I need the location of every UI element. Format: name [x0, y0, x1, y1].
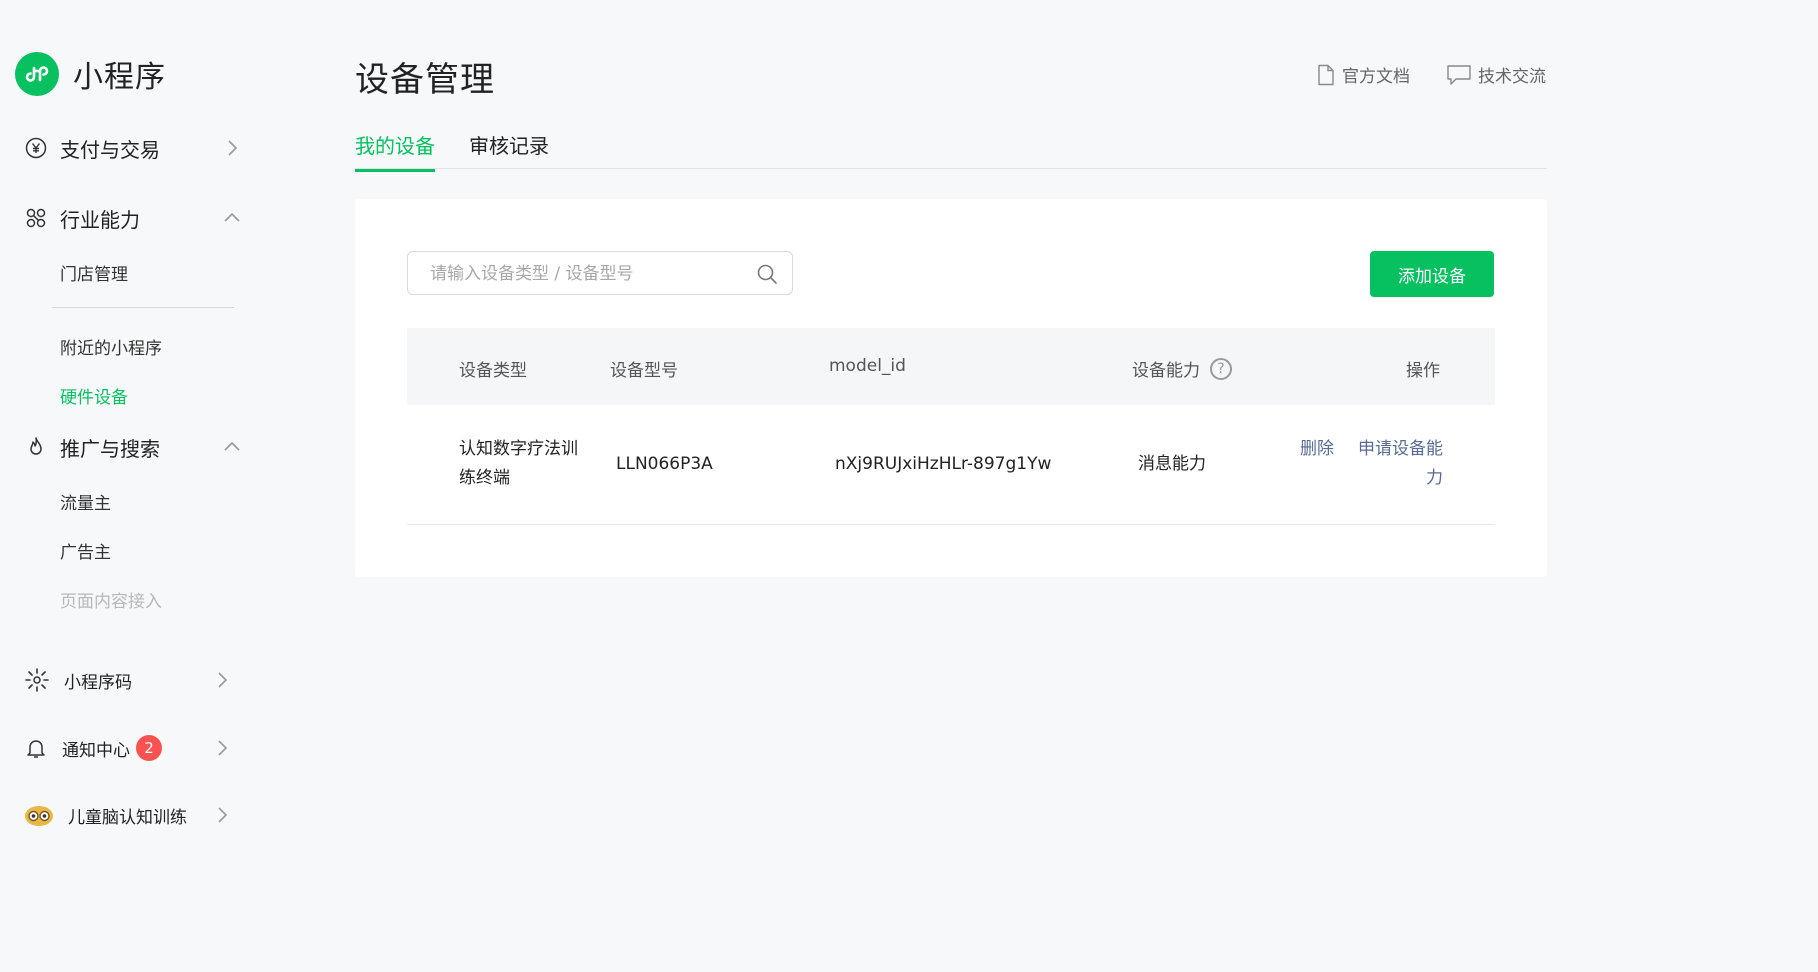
sidebar-account[interactable]: 儿童脑认知训练 [24, 795, 244, 835]
add-device-button[interactable]: 添加设备 [1370, 251, 1494, 297]
mini-program-code-icon [25, 668, 49, 692]
search-box [407, 251, 793, 295]
chevron-right-icon [218, 807, 228, 823]
header-links: 官方文档 技术交流 [1280, 62, 1546, 87]
column-header-actions: 操作 [1406, 361, 1440, 381]
column-header-type: 设备类型 [459, 361, 527, 381]
page: 小程序 支付与交易 行业能力 门店管理 附近的小程序 硬件设备 推广与搜索 流量… [0, 0, 1568, 838]
sidebar-item-store[interactable]: 门店管理 [60, 260, 128, 285]
sidebar-qrcode-label: 小程序码 [64, 672, 132, 693]
sidebar-group-label: 行业能力 [60, 207, 140, 232]
apply-capability-line1: 申请设备能 [1358, 439, 1443, 459]
apply-capability-line2: 力 [1426, 468, 1443, 488]
column-header-model: 设备型号 [610, 361, 678, 381]
cell-device-type: 认知数字疗法训 练终端 [459, 435, 599, 493]
tab-bar: 我的设备 审核记录 [355, 126, 1547, 172]
sidebar-qrcode[interactable]: 小程序码 [24, 660, 244, 700]
industry-nodes-icon [24, 206, 48, 230]
official-docs-label: 官方文档 [1342, 67, 1410, 87]
sidebar-item-traffic-owner[interactable]: 流量主 [60, 489, 111, 514]
column-header-capability: 设备能力 ? [1132, 356, 1232, 381]
help-icon[interactable]: ? [1210, 357, 1232, 380]
tab-my-devices[interactable]: 我的设备 [355, 130, 435, 172]
delete-link[interactable]: 删除 [1300, 435, 1334, 464]
chat-bubble-icon [1447, 64, 1471, 85]
mini-program-logo-icon [15, 52, 59, 96]
sidebar-group-payment[interactable]: 支付与交易 [24, 128, 244, 168]
search-input[interactable] [428, 260, 752, 288]
document-icon [1318, 64, 1334, 85]
column-header-capability-label: 设备能力 [1132, 361, 1200, 381]
cell-device-model: LLN066P3A [616, 454, 713, 474]
cell-model-id: nXj9RUJxiHzHLr-897g1Yw [835, 454, 1052, 474]
tab-review-records[interactable]: 审核记录 [469, 130, 549, 169]
apply-capability-link[interactable]: 申请设备能 力 [1353, 435, 1443, 493]
sidebar-group-promotion[interactable]: 推广与搜索 [24, 427, 244, 467]
table-row: 认知数字疗法训 练终端 LLN066P3A nXj9RUJxiHzHLr-897… [407, 405, 1495, 525]
sidebar-notifications[interactable]: 通知中心 2 [24, 728, 244, 768]
sidebar-item-nearby[interactable]: 附近的小程序 [60, 334, 162, 359]
tech-community-label: 技术交流 [1478, 67, 1546, 87]
cell-device-type-line1: 认知数字疗法训 [459, 439, 578, 459]
sidebar-notifications-label: 通知中心 [62, 740, 130, 761]
sidebar-account-label: 儿童脑认知训练 [68, 807, 187, 828]
chevron-right-icon [228, 140, 238, 156]
chevron-up-icon [224, 212, 240, 222]
search-icon[interactable] [756, 263, 778, 285]
table-header: 设备类型 设备型号 model_id 设备能力 ? 操作 [407, 328, 1495, 405]
brand[interactable]: 小程序 [15, 52, 166, 96]
device-card: 添加设备 设备类型 设备型号 model_id 设备能力 ? 操作 认知数字疗法… [355, 199, 1547, 577]
yuan-circle-icon [24, 136, 48, 160]
notification-count-badge: 2 [136, 735, 162, 761]
sidebar-item-hardware[interactable]: 硬件设备 [60, 383, 128, 408]
sidebar: 小程序 支付与交易 行业能力 门店管理 附近的小程序 硬件设备 推广与搜索 流量… [0, 0, 270, 838]
page-title: 设备管理 [355, 60, 495, 100]
chevron-right-icon [218, 740, 228, 756]
cell-device-type-line2: 练终端 [459, 468, 510, 488]
tech-community-link[interactable]: 技术交流 [1446, 62, 1546, 87]
flame-icon [24, 435, 48, 459]
device-table: 设备类型 设备型号 model_id 设备能力 ? 操作 认知数字疗法训 练终端… [407, 328, 1495, 525]
bell-icon [27, 740, 45, 758]
sidebar-item-page-content: 页面内容接入 [60, 592, 162, 612]
account-avatar-icon [25, 806, 53, 826]
cell-capability: 消息能力 [1138, 454, 1206, 474]
chevron-right-icon [218, 672, 228, 688]
sidebar-group-label: 推广与搜索 [60, 436, 160, 461]
sidebar-divider [52, 307, 234, 308]
sidebar-group-label: 支付与交易 [60, 137, 160, 162]
sidebar-item-advertiser[interactable]: 广告主 [60, 538, 111, 563]
brand-title: 小程序 [73, 60, 166, 95]
official-docs-link[interactable]: 官方文档 [1316, 62, 1410, 87]
chevron-up-icon [224, 441, 240, 451]
column-header-model-id: model_id [829, 356, 906, 376]
sidebar-group-industry[interactable]: 行业能力 [24, 198, 244, 238]
